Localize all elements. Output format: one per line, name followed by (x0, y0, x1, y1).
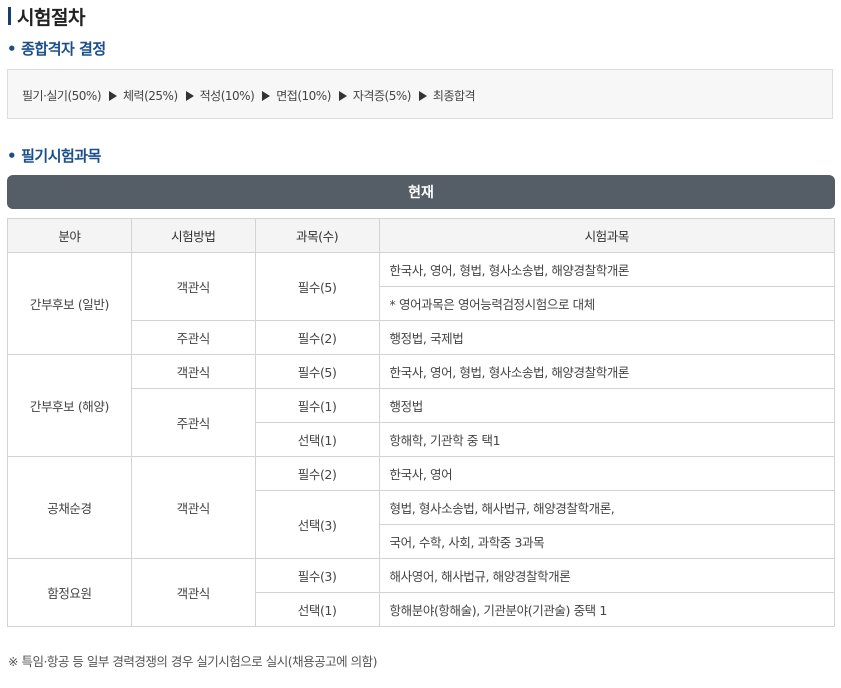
arrow-right-icon (185, 90, 194, 101)
selection-flow: 필기·실기(50%) 체력(25%) 적성(10%) 면접(10%) 자격증(5… (22, 87, 476, 104)
field-cell: 간부후보 (일반) (7, 252, 132, 355)
section-heading-written-subjects: • 필기시험과목 (7, 145, 101, 166)
count-cell: 필수(3) (254, 558, 380, 593)
table-row: 함정요원 객관식 필수(3) 해사영어, 해사법규, 해양경찰학개론 (7, 558, 836, 627)
page-title-text: 시험절차 (17, 6, 85, 29)
flow-step: 적성(10%) (199, 89, 255, 103)
table-row: 간부후보 (일반) 객관식 필수(5) 한국사, 영어, 형법, 형사소송법, … (7, 252, 836, 355)
arrow-right-icon (338, 90, 347, 101)
footnote: ※ 특임·항공 등 일부 경력경쟁의 경우 실기시험으로 실시(채용공고에 의함… (8, 654, 378, 669)
flow-step: 자격증(5%) (352, 89, 412, 103)
method-cell: 주관식 (130, 320, 256, 355)
subjects-cell: 국어, 수학, 사회, 과학중 3과목 (378, 524, 836, 559)
count-cell: 선택(1) (254, 422, 380, 457)
subjects-cell: 행정법, 국제법 (378, 320, 836, 355)
subjects-cell: 형법, 형사소송법, 해사법규, 해양경찰학개론, (378, 490, 836, 525)
table-row: 간부후보 (해양) 객관식 필수(5) 한국사, 영어, 형법, 형사소송법, … (7, 354, 836, 457)
arrow-right-icon (109, 90, 118, 101)
table-header-row: 분야 시험방법 과목(수) 시험과목 (7, 218, 836, 253)
count-cell: 필수(5) (254, 354, 380, 389)
count-cell: 선택(3) (254, 490, 380, 559)
flow-step: 최종합격 (432, 89, 476, 103)
subjects-cell: 행정법 (378, 388, 836, 423)
subjects-cell: 한국사, 영어, 형법, 형사소송법, 해양경찰학개론 (378, 354, 836, 389)
column-header: 시험과목 (378, 218, 836, 253)
flow-step: 면접(10%) (276, 89, 331, 103)
page-title: 시험절차 (8, 3, 85, 29)
section-heading-final-selection: • 종합격자 결정 (7, 38, 106, 59)
subjects-cell: 해사영어, 해사법규, 해양경찰학개론 (378, 558, 836, 593)
field-cell: 공채순경 (7, 456, 132, 559)
method-cell: 객관식 (130, 558, 256, 627)
count-cell: 필수(2) (254, 456, 380, 491)
subjects-cell: 항해분야(항해술), 기관분야(기관술) 중택 1 (378, 592, 836, 627)
table-row: 주관식 필수(2) 행정법, 국제법 (8, 320, 836, 355)
column-header: 과목(수) (254, 218, 380, 253)
subjects-cell: 항해학, 기관학 중 택1 (378, 422, 836, 457)
flow-step: 체력(25%) (123, 89, 178, 103)
selection-flow-box: 필기·실기(50%) 체력(25%) 적성(10%) 면접(10%) 자격증(5… (7, 69, 833, 119)
section-heading-text: 필기시험과목 (21, 147, 101, 165)
method-cell: 객관식 (130, 252, 256, 321)
subjects-table: 분야 시험방법 과목(수) 시험과목 간부후보 (일반) 객관식 필수(5) 한… (7, 218, 836, 627)
table-banner: 현재 (7, 175, 835, 209)
count-cell: 필수(5) (254, 252, 380, 321)
count-cell: 필수(1) (254, 388, 380, 423)
table-row: 주관식 필수(1) 행정법 (8, 388, 836, 457)
arrow-right-icon (262, 90, 271, 101)
count-cell: 필수(2) (254, 320, 380, 355)
arrow-right-icon (418, 90, 427, 101)
method-cell: 객관식 (130, 354, 256, 389)
section-heading-text: 종합격자 결정 (21, 40, 106, 58)
subjects-note-cell: * 영어과목은 영어능력검정시험으로 대체 (378, 286, 836, 321)
table-row: 공채순경 객관식 필수(2) 한국사, 영어 (7, 456, 836, 559)
subjects-cell: 한국사, 영어, 형법, 형사소송법, 해양경찰학개론 (378, 252, 836, 287)
field-cell: 간부후보 (해양) (7, 354, 132, 457)
column-header: 시험방법 (130, 218, 256, 253)
method-cell: 주관식 (130, 388, 256, 457)
bullet-icon: • (7, 40, 17, 58)
bullet-icon: • (7, 147, 17, 165)
column-header: 분야 (7, 218, 132, 253)
count-cell: 선택(1) (254, 592, 380, 627)
field-cell: 함정요원 (7, 558, 132, 627)
title-accent-bar (8, 7, 11, 25)
flow-step: 필기·실기(50%) (22, 89, 102, 103)
subjects-cell: 한국사, 영어 (378, 456, 836, 491)
method-cell: 객관식 (130, 456, 256, 559)
